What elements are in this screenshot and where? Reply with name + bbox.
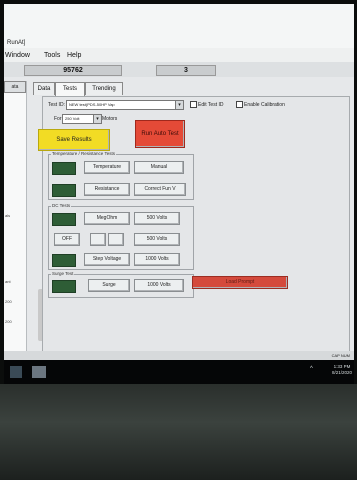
resistance-button[interactable]: Resistance — [84, 183, 130, 196]
left-label: 200 — [5, 299, 12, 304]
dc-tests-group-label: DC Tests — [51, 203, 72, 208]
test-id-select[interactable]: NEW test(PDS-50HP Vap ▾ — [66, 100, 184, 110]
menu-help[interactable]: Help — [67, 52, 81, 59]
motors-label: Motors — [102, 116, 118, 122]
megohm-button[interactable]: MegOhm — [84, 212, 130, 225]
status-bar: CAP NUM — [4, 351, 354, 360]
menu-window[interactable]: Window — [5, 52, 30, 59]
megohm-voltage-button[interactable]: 500 Volts — [134, 212, 180, 225]
alert-action-button[interactable]: Load Prompt — [192, 276, 288, 289]
voltage-select[interactable]: 250 Volt ▾ — [62, 114, 102, 124]
menu-bar: Window Tools Help — [4, 48, 354, 62]
dc-voltage-button[interactable]: 500 Volts — [134, 233, 180, 246]
manual-button[interactable]: Manual — [134, 161, 184, 174]
title-bar: RunAt] — [4, 4, 354, 48]
resistance-indicator — [52, 184, 76, 197]
monitor-screen: RunAt] Window Tools Help 95762 3 als ant… — [4, 4, 354, 360]
megohm-indicator — [52, 213, 76, 226]
status-indicators: CAP NUM — [331, 353, 350, 358]
off-button[interactable]: OFF — [54, 233, 80, 246]
tab-trending[interactable]: Trending — [85, 82, 123, 95]
taskbar: ^ 1:33 PM 8/21/2020 — [4, 360, 354, 384]
test-id-label: Test ID: — [48, 102, 65, 108]
save-results-button[interactable]: Save Results — [38, 129, 110, 151]
left-label: 200 — [5, 319, 12, 324]
start-icon[interactable] — [10, 366, 22, 378]
arrow-up-button[interactable] — [90, 233, 106, 246]
for-label: For — [54, 116, 62, 122]
left-panel: als ant 200 200 — [4, 81, 27, 351]
up-arrow-icon[interactable]: ^ — [310, 366, 313, 372]
arrow-down-button[interactable] — [108, 233, 124, 246]
edit-test-id-label: Edit Test ID — [198, 102, 224, 108]
window-title: RunAt] — [7, 40, 26, 46]
left-label: ant — [5, 279, 11, 284]
step-voltage-level-button[interactable]: 1000 Volts — [134, 253, 180, 266]
surge-indicator — [52, 280, 76, 293]
test-id-value: NEW test(PDS-50HP Vap — [69, 102, 115, 107]
left-label: als — [5, 213, 11, 218]
surge-test-group-label: Surge Test — [51, 271, 75, 276]
run-auto-test-button[interactable]: Run Auto Test — [135, 120, 185, 148]
taskbar-clock[interactable]: 1:33 PM 8/21/2020 — [332, 364, 352, 376]
temperature-button[interactable]: Temperature — [84, 161, 130, 174]
surge-voltage-button[interactable]: 1000 Volts — [134, 279, 184, 292]
enable-calibration-label: Enable Calibration — [244, 102, 285, 108]
chevron-down-icon[interactable]: ▾ — [175, 101, 183, 109]
temp-resistance-group-label: Temperature / Resistance Tests — [51, 151, 116, 156]
left-tab[interactable]: ata — [4, 81, 26, 93]
tab-data[interactable]: Data — [33, 82, 55, 95]
monitor-bezel — [0, 384, 357, 480]
serial-field[interactable]: 95762 — [24, 65, 122, 76]
chevron-down-icon[interactable]: ▾ — [93, 115, 101, 123]
tab-tests[interactable]: Tests — [55, 82, 85, 96]
temperature-indicator — [52, 162, 76, 175]
count-field[interactable]: 3 — [156, 65, 216, 76]
surge-button[interactable]: Surge — [88, 279, 130, 292]
clock-date: 8/21/2020 — [332, 370, 353, 375]
voltage-value: 250 Volt — [65, 116, 80, 121]
step-voltage-indicator — [52, 254, 76, 267]
edit-test-id-checkbox[interactable] — [190, 101, 197, 108]
header-field-row: 95762 3 — [4, 62, 354, 77]
compensate-button[interactable]: Correct Fun V — [134, 183, 186, 196]
step-voltage-button[interactable]: Step Voltage — [84, 253, 130, 266]
menu-tools[interactable]: Tools — [44, 52, 60, 59]
app-taskbar-icon[interactable] — [32, 366, 46, 378]
enable-calibration-checkbox[interactable] — [236, 101, 243, 108]
